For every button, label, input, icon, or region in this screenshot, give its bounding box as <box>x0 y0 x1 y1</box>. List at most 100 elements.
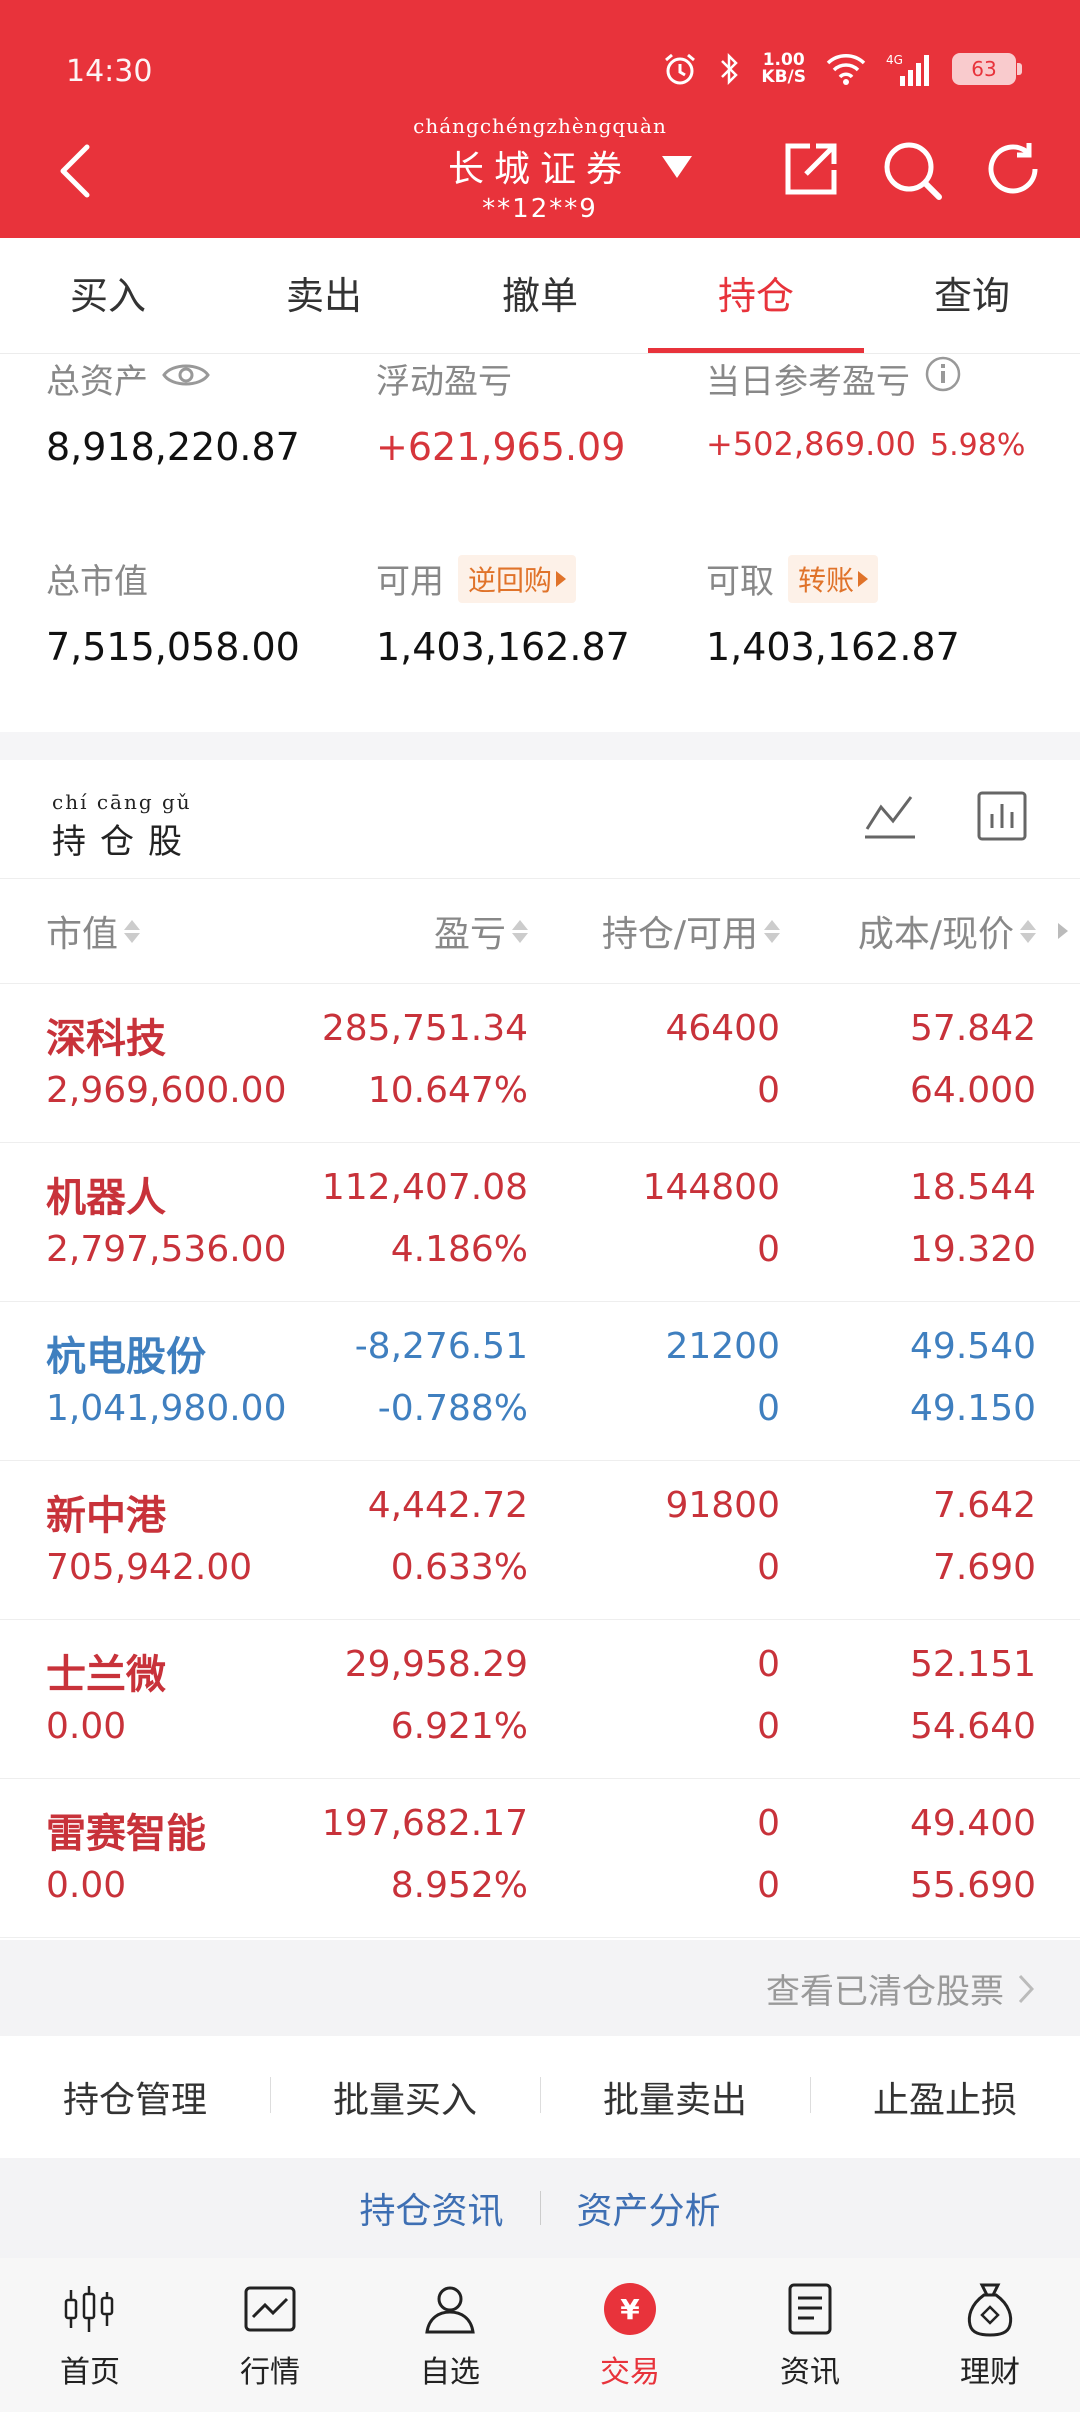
nav-news[interactable]: 资讯 <box>720 2258 900 2412</box>
yuan-icon: ¥ <box>600 2279 660 2339</box>
view-cleared-stocks-link[interactable]: 查看已清仓股票 <box>766 1964 1034 2013</box>
bar-chart-icon[interactable] <box>974 788 1030 844</box>
available-label: 可用 <box>376 562 444 602</box>
document-icon <box>780 2279 840 2339</box>
line-chart-icon[interactable] <box>862 788 918 844</box>
chevron-right-icon <box>1018 1974 1034 2003</box>
stock-name: 机器人 <box>46 1175 166 1221</box>
triangle-right-icon <box>858 570 869 587</box>
stock-holding: 144800 <box>642 1167 780 1208</box>
stock-available: 0 <box>757 1706 780 1747</box>
nav-home[interactable]: 首页 <box>0 2258 180 2412</box>
broker-name: 长城证券 <box>447 149 632 190</box>
scroll-right-icon[interactable] <box>1056 921 1070 941</box>
tab-query[interactable]: 查询 <box>864 238 1080 353</box>
battery-level: 63 <box>971 57 997 81</box>
search-icon[interactable] <box>876 134 948 206</box>
wifi-icon <box>826 53 866 85</box>
holding-row[interactable]: 雷赛智能 0.00 197,682.17 8.952% 0 0 49.400 55.690 <box>0 1779 1080 1938</box>
column-pl: 盈亏 <box>433 914 506 955</box>
nav-trade-label: 交易 <box>600 2355 660 2390</box>
user-star-icon <box>420 2279 480 2339</box>
refresh-icon[interactable] <box>978 134 1050 206</box>
stock-holding: 21200 <box>665 1326 780 1367</box>
share-icon[interactable] <box>774 134 846 206</box>
stock-available: 0 <box>757 1070 780 1111</box>
asset-summary: 总资产 8,918,220.87 浮动盈亏 +621,965.09 当日参考盈亏… <box>0 354 1080 732</box>
reverse-repo-button[interactable]: 逆回购 <box>458 554 577 603</box>
floating-pl-cell: 浮动盈亏 +621,965.09 <box>376 354 625 469</box>
stock-holding: 91800 <box>665 1485 780 1526</box>
holding-row[interactable]: 杭电股份 1,041,980.00 -8,276.51 -0.788% 21200 0 49… <box>0 1302 1080 1461</box>
batch-buy-button[interactable]: 批量买入 <box>270 2071 540 2123</box>
holdings-list: 深科技 2,969,600.00 285,751.34 10.647% 46400 0 57… <box>0 984 1080 1938</box>
stock-name: 深科技 <box>46 1016 166 1062</box>
holdings-title: chí cāng gǔ 持仓股 <box>52 790 196 863</box>
sort-market-value[interactable]: 市值 <box>46 905 141 957</box>
holding-row[interactable]: 士兰微 0.00 29,958.29 6.921% 0 0 52.151 54.640 <box>0 1620 1080 1779</box>
asset-analysis-link[interactable]: 资产分析 <box>577 2182 721 2234</box>
nav-watchlist[interactable]: 自选 <box>360 2258 540 2412</box>
sort-holding[interactable]: 持仓/可用 <box>602 905 780 957</box>
available-cell: 可用 逆回购 1,403,162.87 <box>376 554 630 669</box>
stock-pl-percent: 8.952% <box>390 1865 528 1906</box>
floating-pl-label: 浮动盈亏 <box>376 362 512 402</box>
stock-name: 士兰微 <box>46 1652 166 1698</box>
link-divider <box>539 2191 541 2225</box>
market-value-cell: 总市值 7,515,058.00 <box>46 554 300 669</box>
nav-watchlist-label: 自选 <box>420 2355 480 2390</box>
tab-cancel-order[interactable]: 撤单 <box>432 238 648 353</box>
nav-wealth[interactable]: 理财 <box>900 2258 1080 2412</box>
battery-indicator: 63 <box>952 53 1022 85</box>
tab-positions[interactable]: 持仓 <box>648 238 864 353</box>
stock-cost: 52.151 <box>910 1644 1036 1685</box>
stop-profit-loss-button[interactable]: 止盈止损 <box>810 2071 1080 2123</box>
bluetooth-icon <box>719 51 741 87</box>
broker-selector[interactable]: chángchéngzhèngquàn 长城证券 **12**9 <box>380 114 700 224</box>
stock-pl-percent: 6.921% <box>390 1706 528 1747</box>
net-speed: 1.00 KB/S <box>761 52 806 86</box>
nav-market[interactable]: 行情 <box>180 2258 360 2412</box>
stock-market-value: 2,797,536.00 <box>46 1229 287 1270</box>
daily-pl-cell: 当日参考盈亏 +502,869.00 5.98% <box>706 354 1025 463</box>
info-icon[interactable] <box>924 355 962 402</box>
cleared-stocks-label: 查看已清仓股票 <box>766 1972 1004 2012</box>
column-cost-price: 成本/现价 <box>857 914 1014 955</box>
withdrawable-value: 1,403,162.87 <box>706 625 960 669</box>
eye-icon[interactable] <box>162 359 210 399</box>
stock-price: 64.000 <box>910 1070 1036 1111</box>
dropdown-icon[interactable] <box>660 154 694 184</box>
stock-price: 55.690 <box>910 1865 1036 1906</box>
header-actions <box>774 134 1050 206</box>
stock-pl: -8,276.51 <box>354 1326 528 1367</box>
stock-cost: 7.642 <box>932 1485 1036 1526</box>
tab-buy[interactable]: 买入 <box>0 238 216 353</box>
sort-pl[interactable]: 盈亏 <box>434 905 528 957</box>
stock-price: 49.150 <box>910 1388 1036 1429</box>
total-assets-cell: 总资产 8,918,220.87 <box>46 354 300 469</box>
batch-sell-button[interactable]: 批量卖出 <box>540 2071 810 2123</box>
tab-sell[interactable]: 卖出 <box>216 238 432 353</box>
stock-cost: 49.540 <box>910 1326 1036 1367</box>
withdrawable-label: 可取 <box>706 562 774 602</box>
nav-trade[interactable]: ¥ 交易 <box>540 2258 720 2412</box>
stock-available: 0 <box>757 1388 780 1429</box>
stock-cost: 57.842 <box>910 1008 1036 1049</box>
total-assets-label: 总资产 <box>46 362 148 402</box>
stock-pl-percent: 0.633% <box>390 1547 528 1588</box>
stock-available: 0 <box>757 1547 780 1588</box>
sort-cost[interactable]: 成本/现价 <box>858 905 1036 957</box>
back-button[interactable] <box>40 136 110 206</box>
holding-row[interactable]: 深科技 2,969,600.00 285,751.34 10.647% 46400 0 57… <box>0 984 1080 1143</box>
sort-icon <box>512 919 528 943</box>
holding-row[interactable]: 机器人 2,797,536.00 112,407.08 4.186% 144800 0 18… <box>0 1143 1080 1302</box>
position-news-link[interactable]: 持仓资讯 <box>359 2182 503 2234</box>
nav-news-label: 资讯 <box>780 2355 840 2390</box>
position-management-button[interactable]: 持仓管理 <box>0 2071 270 2123</box>
stock-pl-percent: 10.647% <box>367 1070 528 1111</box>
holding-row[interactable]: 新中港 705,942.00 4,442.72 0.633% 91800 0 7.642 7.… <box>0 1461 1080 1620</box>
stock-pl: 29,958.29 <box>344 1644 528 1685</box>
stock-market-value: 2,969,600.00 <box>46 1070 287 1111</box>
nav-home-label: 首页 <box>60 2355 120 2390</box>
transfer-button[interactable]: 转账 <box>788 554 879 603</box>
